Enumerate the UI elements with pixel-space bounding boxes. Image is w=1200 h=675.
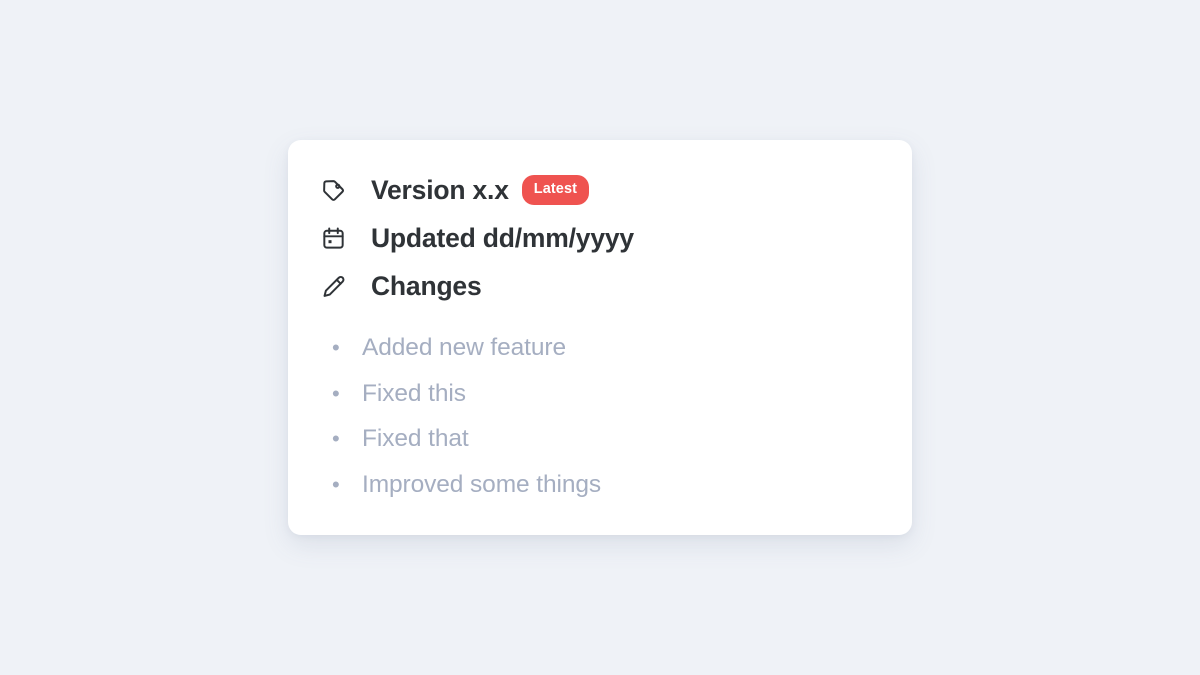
calendar-icon — [320, 225, 346, 251]
bullet-icon — [332, 474, 362, 496]
tag-icon — [320, 177, 346, 203]
release-meta-list: Version x.x Latest Updated dd/mm/yyyy Ch… — [320, 166, 880, 310]
changelog-entry-text: Improved some things — [362, 470, 602, 498]
release-changes-label: Changes — [371, 270, 482, 301]
bullet-icon — [332, 383, 362, 405]
pencil-icon — [320, 273, 346, 299]
release-updated-label: Updated dd/mm/yyyy — [371, 222, 634, 253]
list-item: Improved some things — [332, 470, 872, 519]
bullet-icon — [332, 428, 362, 450]
list-item: Fixed that — [332, 425, 872, 473]
changelog-entry-text: Added new feature — [362, 334, 566, 361]
list-item: Fixed this — [332, 379, 872, 428]
release-changes-row: Changes — [320, 262, 880, 310]
release-updated-row: Updated dd/mm/yyyy — [320, 214, 880, 262]
list-item: Added new feature — [332, 334, 872, 382]
release-notes-card: Version x.x Latest Updated dd/mm/yyyy Ch… — [288, 140, 912, 535]
release-version-label: Version x.x — [371, 174, 509, 205]
bullet-icon — [332, 337, 362, 359]
page-stage: Version x.x Latest Updated dd/mm/yyyy Ch… — [0, 0, 1200, 675]
release-version-row: Version x.x Latest — [320, 166, 880, 214]
status-badge: Latest — [521, 175, 590, 205]
changelog-list: Added new feature Fixed this Fixed that … — [332, 334, 872, 519]
changelog-entry-text: Fixed this — [362, 379, 466, 407]
changelog-entry-text: Fixed that — [362, 425, 469, 452]
